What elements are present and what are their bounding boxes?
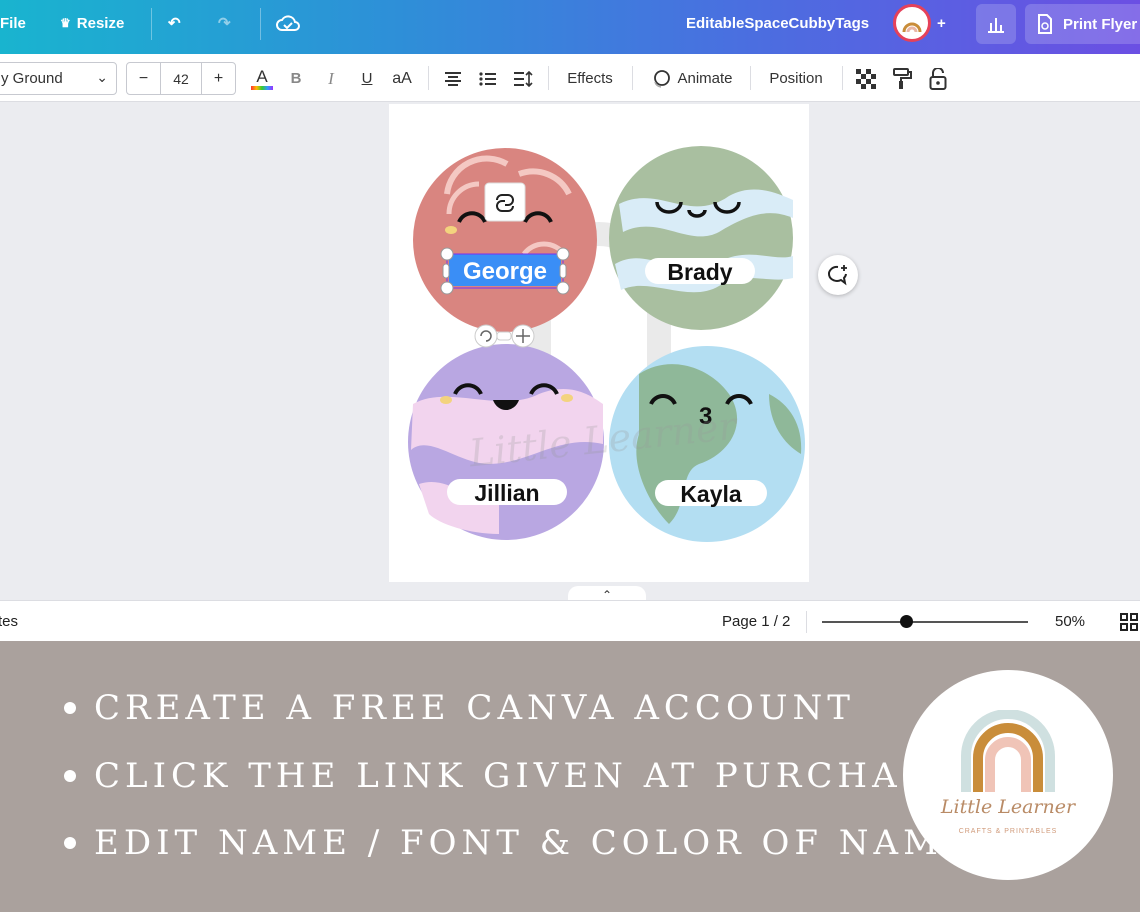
tag-name-george: George (463, 258, 547, 285)
resize-button[interactable]: ♛ Resize (60, 0, 124, 46)
font-size-increase-button[interactable]: + (202, 63, 235, 94)
font-family-value: y Ground (1, 70, 63, 87)
rotate-icon (474, 324, 498, 348)
bullet (64, 837, 76, 849)
rainbow-icon (902, 22, 922, 32)
print-flyer-button[interactable]: Print Flyer (1025, 4, 1140, 44)
design-title[interactable]: EditableSpaceCubbyTags (686, 0, 869, 46)
divider (750, 66, 751, 90)
rainbow-logo-icon (961, 710, 1055, 792)
design-page[interactable]: 3 George Brady Jillian Kayla Little Lear… (389, 104, 809, 582)
text-color-button[interactable]: A (249, 62, 275, 95)
effects-button[interactable]: Effects (560, 62, 620, 95)
tag-name-brady: Brady (667, 259, 732, 285)
divider (842, 66, 843, 90)
color-bar-icon (251, 85, 273, 90)
instruction-text: CLICK THE LINK GIVEN AT PURCHASE (94, 756, 960, 796)
comment-add-icon[interactable] (818, 255, 858, 295)
print-flyer-label: Print Flyer (1063, 15, 1138, 33)
cloud-save-icon[interactable] (276, 0, 300, 46)
font-size-decrease-button[interactable]: − (127, 63, 160, 94)
cubby-tags-artwork: 3 George Brady Jillian Kayla Little Lear… (408, 146, 805, 542)
chevron-down-icon: ⌄ (96, 69, 108, 85)
list-icon[interactable] (477, 62, 499, 95)
add-collaborator-icon[interactable]: + (937, 0, 946, 46)
paint-roller-icon[interactable] (891, 62, 913, 95)
logo-tagline: CRAFTS & PRINTABLES (958, 828, 1058, 835)
file-menu[interactable]: File (0, 0, 26, 46)
font-size-input[interactable]: 42 (160, 63, 202, 94)
tag-name-kayla: Kayla (680, 481, 742, 507)
divider (548, 66, 549, 90)
divider (806, 611, 807, 633)
font-family-select[interactable]: y Ground ⌄ (0, 62, 117, 95)
logo-name: Little Learner (940, 796, 1076, 818)
align-center-icon[interactable] (442, 62, 464, 95)
name-label-george-pill: George (449, 254, 561, 286)
divider (260, 8, 261, 40)
bullet (64, 770, 76, 782)
animate-icon (654, 69, 671, 88)
instruction-item: EDIT NAME / FONT & COLOR OF NAME (64, 823, 973, 863)
text-color-label: A (256, 66, 268, 86)
position-button[interactable]: Position (762, 62, 830, 95)
italic-button[interactable]: I (321, 62, 341, 95)
name-label-brady-pill: Brady (645, 258, 755, 285)
tag-name-jillian: Jillian (474, 480, 539, 506)
divider (428, 66, 429, 90)
font-size-stepper: − 42 + (126, 62, 236, 95)
bullet (64, 702, 76, 714)
status-bar: tes Page 1 / 2 50% (0, 600, 1140, 641)
zoom-level[interactable]: 50% (1055, 613, 1085, 630)
page-indicator[interactable]: Page 1 / 2 (722, 613, 790, 630)
letter-case-button[interactable]: aA (389, 62, 415, 95)
move-icon (511, 324, 535, 348)
unlock-icon[interactable] (927, 62, 949, 95)
link-icon (484, 182, 526, 222)
instruction-item: CREATE A FREE CANVA ACCOUNT (64, 688, 855, 728)
print-document-icon (1038, 14, 1052, 34)
notes-button[interactable]: tes (0, 613, 18, 630)
transparency-icon[interactable] (855, 62, 877, 95)
zoom-slider-track[interactable] (822, 621, 1028, 623)
instruction-item: CLICK THE LINK GIVEN AT PURCHASE (64, 756, 960, 796)
analytics-icon[interactable] (976, 4, 1016, 44)
resize-label: Resize (76, 14, 125, 32)
user-avatar[interactable] (893, 4, 931, 42)
top-bar: File ♛ Resize ↶ ↷ EditableSpaceCubbyTags… (0, 0, 1140, 54)
instruction-text: CREATE A FREE CANVA ACCOUNT (94, 688, 855, 728)
tag-brady (609, 146, 793, 330)
animate-label: Animate (677, 70, 733, 87)
bold-button[interactable]: B (286, 62, 306, 95)
instruction-text: EDIT NAME / FONT & COLOR OF NAME (94, 823, 973, 863)
name-label-jillian-pill: Jillian (447, 479, 567, 506)
spacing-icon[interactable] (512, 62, 534, 95)
divider (632, 66, 633, 90)
underline-button[interactable]: U (357, 62, 377, 95)
divider (151, 8, 152, 40)
redo-icon[interactable]: ↷ (218, 0, 231, 46)
editor-toolbar: y Ground ⌄ − 42 + A B I U aA Effects Ani… (0, 54, 1140, 102)
brand-logo: Little Learner CRAFTS & PRINTABLES (903, 670, 1113, 880)
name-label-kayla-pill: Kayla (655, 480, 767, 507)
undo-icon[interactable]: ↶ (168, 0, 181, 46)
zoom-slider-thumb[interactable] (900, 615, 914, 628)
animate-button[interactable]: Animate (647, 62, 737, 95)
crown-icon: ♛ (60, 16, 71, 30)
grid-view-icon[interactable] (1120, 613, 1138, 635)
tag-george (413, 148, 597, 332)
